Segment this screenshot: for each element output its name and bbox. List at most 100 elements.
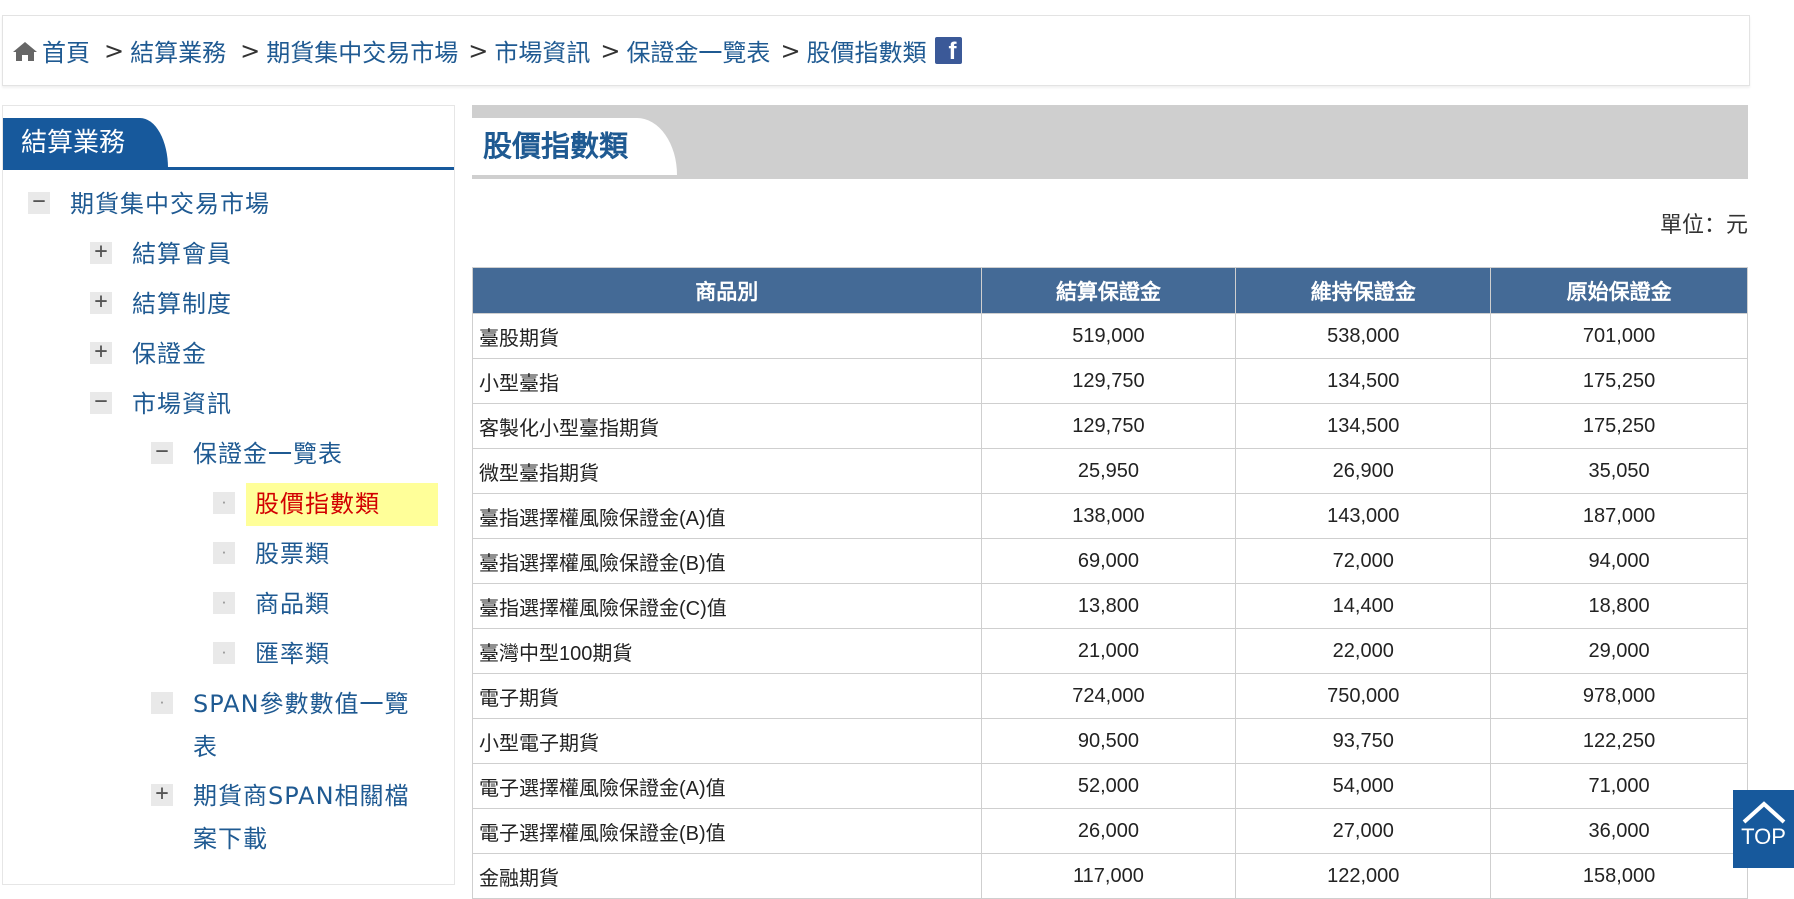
bullet-icon: ·	[213, 492, 235, 514]
bullet-icon: ·	[151, 692, 173, 714]
table-row: 臺股期貨 519,000 538,000 701,000	[472, 313, 1748, 359]
table-cell-value: 134,500	[1235, 358, 1492, 404]
sidebar-item-fx[interactable]: · 匯率類	[213, 633, 330, 676]
expand-toggle-icon[interactable]: +	[90, 291, 112, 314]
sidebar-item-futures-market[interactable]: − 期貨集中交易市場	[28, 183, 270, 226]
home-icon	[13, 41, 37, 61]
sidebar-item-label[interactable]: 結算會員	[132, 233, 232, 276]
table-cell-value: 750,000	[1235, 673, 1492, 719]
sidebar-item-label-line[interactable]: 案下載	[193, 825, 268, 853]
table-cell-product: 臺灣中型100期貨	[472, 628, 982, 674]
table-row: 小型電子期貨 90,500 93,750 122,250	[472, 718, 1748, 764]
margin-table: 商品別 結算保證金 維持保證金 原始保證金 臺股期貨 519,000 538,000…	[472, 267, 1748, 899]
breadcrumb-current-page[interactable]: 股價指數類	[807, 33, 927, 68]
page-title: 股價指數類	[472, 118, 677, 175]
table-cell-product: 電子選擇權風險保證金(A)值	[472, 763, 982, 809]
table-header-row: 商品別 結算保證金 維持保證金 原始保證金	[472, 267, 1748, 314]
breadcrumb-market-info-link[interactable]: 市場資訊	[494, 33, 590, 68]
sidebar-item-margin[interactable]: + 保證金	[90, 333, 207, 376]
table-cell-product: 臺指選擇權風險保證金(C)值	[472, 583, 982, 629]
table-cell-product: 電子期貨	[472, 673, 982, 719]
table-cell-value: 134,500	[1235, 403, 1492, 449]
breadcrumb-separator: >	[468, 36, 489, 65]
back-to-top-label: TOP	[1741, 824, 1786, 849]
sidebar-item-label[interactable]: 保證金	[132, 333, 207, 376]
table-row: 小型臺指 129,750 134,500 175,250	[472, 358, 1748, 404]
sidebar-item-label[interactable]: 保證金一覽表	[193, 433, 343, 476]
table-cell-value: 129,750	[980, 358, 1237, 404]
sidebar-item-label[interactable]: 股票類	[255, 533, 330, 576]
table-cell-value: 158,000	[1490, 853, 1748, 899]
table-cell-product: 臺股期貨	[472, 313, 982, 359]
breadcrumb-margin-list-link[interactable]: 保證金一覽表	[626, 33, 770, 68]
collapse-toggle-icon[interactable]: −	[28, 191, 50, 214]
table-cell-value: 21,000	[980, 628, 1237, 674]
sidebar-item-clearing-members[interactable]: + 結算會員	[90, 233, 232, 276]
expand-toggle-icon[interactable]: +	[90, 241, 112, 264]
facebook-icon[interactable]: f	[934, 37, 962, 65]
table-row: 臺指選擇權風險保證金(B)值 69,000 72,000 94,000	[472, 538, 1748, 584]
sidebar-item-span-downloads[interactable]: + 期貨商SPAN相關檔 案下載	[151, 775, 410, 861]
sidebar-item-label-line[interactable]: 表	[193, 733, 218, 761]
sidebar-item-label[interactable]: 股價指數類	[246, 483, 438, 526]
table-cell-value: 29,000	[1490, 628, 1748, 674]
sidebar-item-stock-index[interactable]: · 股價指數類	[213, 483, 438, 526]
table-cell-value: 71,000	[1490, 763, 1748, 809]
sidebar: 結算業務 − 期貨集中交易市場 + 結算會員 + 結算制度 + 保證金 − 市場…	[2, 105, 455, 885]
sidebar-item-label[interactable]: 商品類	[255, 583, 330, 626]
sidebar-item-stocks[interactable]: · 股票類	[213, 533, 330, 576]
sidebar-item-label-line[interactable]: SPAN參數數值一覽	[193, 690, 410, 718]
breadcrumb-separator: >	[104, 36, 125, 65]
table-row: 電子選擇權風險保證金(A)值 52,000 54,000 71,000	[472, 763, 1748, 809]
collapse-toggle-icon[interactable]: −	[90, 391, 112, 414]
table-cell-value: 175,250	[1490, 358, 1748, 404]
table-cell-value: 519,000	[980, 313, 1237, 359]
sidebar-item-label[interactable]: 結算制度	[132, 283, 232, 326]
table-cell-product: 臺指選擇權風險保證金(A)值	[472, 493, 982, 539]
back-to-top-button[interactable]: TOP	[1733, 790, 1794, 868]
table-row: 電子選擇權風險保證金(B)值 26,000 27,000 36,000	[472, 808, 1748, 854]
bullet-icon: ·	[213, 542, 235, 564]
table-cell-value: 36,000	[1490, 808, 1748, 854]
breadcrumb-separator: >	[240, 36, 261, 65]
content-header: 股價指數類	[472, 105, 1748, 175]
table-cell-value: 538,000	[1235, 313, 1492, 359]
table-row: 臺指選擇權風險保證金(A)值 138,000 143,000 187,000	[472, 493, 1748, 539]
table-row: 電子期貨 724,000 750,000 978,000	[472, 673, 1748, 719]
table-cell-product: 客製化小型臺指期貨	[472, 403, 982, 449]
table-cell-product: 臺指選擇權風險保證金(B)值	[472, 538, 982, 584]
sidebar-item-market-info[interactable]: − 市場資訊	[90, 383, 232, 426]
sidebar-item-commodities[interactable]: · 商品類	[213, 583, 330, 626]
table-cell-value: 35,050	[1490, 448, 1748, 494]
breadcrumb-settlement-link[interactable]: 結算業務	[130, 33, 226, 68]
sidebar-item-label[interactable]: 匯率類	[255, 633, 330, 676]
breadcrumb-separator: >	[600, 36, 621, 65]
sidebar-item-span-params[interactable]: · SPAN參數數值一覽 表	[151, 683, 410, 769]
sidebar-header-rule	[3, 167, 454, 170]
expand-toggle-icon[interactable]: +	[90, 341, 112, 364]
sidebar-item-margin-list[interactable]: − 保證金一覽表	[151, 433, 343, 476]
table-cell-value: 52,000	[980, 763, 1237, 809]
sidebar-item-label[interactable]: 市場資訊	[132, 383, 232, 426]
sidebar-item-label[interactable]: 期貨集中交易市場	[70, 183, 270, 226]
collapse-toggle-icon[interactable]: −	[151, 441, 173, 464]
table-cell-product: 微型臺指期貨	[472, 448, 982, 494]
table-row: 金融期貨 117,000 122,000 158,000	[472, 853, 1748, 899]
sidebar-item-label[interactable]: 期貨商SPAN相關檔 案下載	[193, 775, 410, 861]
sidebar-item-clearing-system[interactable]: + 結算制度	[90, 283, 232, 326]
breadcrumb-futures-market-link[interactable]: 期貨集中交易市場	[266, 33, 458, 68]
table-cell-value: 138,000	[980, 493, 1237, 539]
table-cell-value: 14,400	[1235, 583, 1492, 629]
table-row: 臺指選擇權風險保證金(C)值 13,800 14,400 18,800	[472, 583, 1748, 629]
expand-toggle-icon[interactable]: +	[151, 783, 173, 806]
table-cell-value: 13,800	[980, 583, 1237, 629]
table-cell-value: 701,000	[1490, 313, 1748, 359]
sidebar-item-label[interactable]: SPAN參數數值一覽 表	[193, 683, 410, 769]
table-cell-value: 54,000	[1235, 763, 1492, 809]
breadcrumb-home-link[interactable]: 首頁	[42, 33, 90, 68]
bullet-icon: ·	[213, 642, 235, 664]
table-cell-value: 187,000	[1490, 493, 1748, 539]
table-row: 微型臺指期貨 25,950 26,900 35,050	[472, 448, 1748, 494]
sidebar-item-label-line[interactable]: 期貨商SPAN相關檔	[193, 782, 410, 810]
table-cell-value: 94,000	[1490, 538, 1748, 584]
